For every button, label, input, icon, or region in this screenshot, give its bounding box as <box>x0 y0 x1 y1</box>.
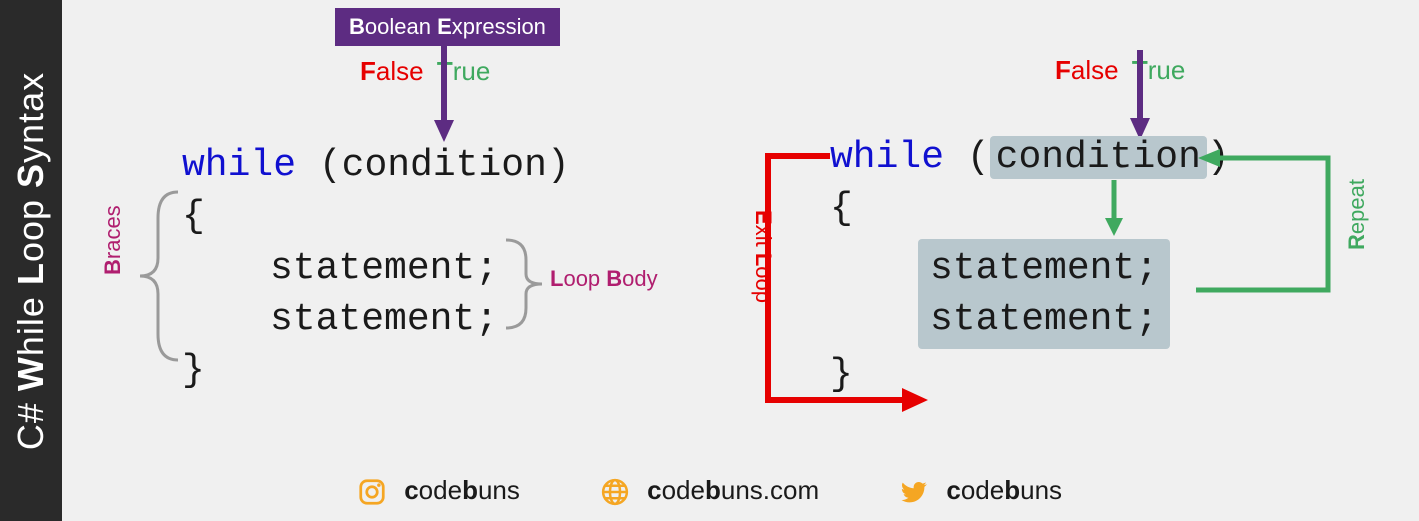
globe-icon <box>600 477 630 507</box>
brand-text: codebuns <box>946 475 1062 505</box>
brace-bracket-icon <box>128 188 188 364</box>
false-true-left: False True <box>360 56 490 87</box>
arrow-down-green-icon <box>1104 180 1124 240</box>
instagram-icon <box>357 477 387 507</box>
repeat-label: Repeat <box>1344 179 1370 250</box>
instagram-brand: codebuns <box>357 475 520 507</box>
condition-text: (condition) <box>319 144 570 187</box>
sidebar: C# While Loop Syntax <box>0 0 62 521</box>
brace-close: } <box>182 345 570 396</box>
brand-text: codebuns.com <box>647 475 819 505</box>
boolean-expression-box: Boolean Expression <box>335 8 560 46</box>
condition-highlight: condition <box>990 136 1207 179</box>
false-label: False <box>360 56 424 86</box>
braces-label: Braces <box>100 205 126 275</box>
while-keyword: while <box>182 144 296 187</box>
web-brand: codebuns.com <box>600 475 819 507</box>
statement-line: statement; <box>930 298 1158 341</box>
repeat-path-icon <box>1188 140 1348 330</box>
statement-line: statement; <box>930 247 1158 290</box>
brand-text: codebuns <box>404 475 520 505</box>
page-title: C# While Loop Syntax <box>10 71 52 449</box>
twitter-icon <box>899 477 929 507</box>
exit-loop-label: Exit Loop <box>750 210 776 303</box>
loop-body-highlight: statement; statement; <box>918 235 1230 350</box>
code-line: while (condition) <box>182 140 570 191</box>
body-bracket-icon <box>502 234 548 334</box>
footer: codebuns codebuns.com codebuns <box>0 475 1419 507</box>
arrow-down-icon <box>1130 50 1150 142</box>
arrow-down-icon <box>434 44 454 144</box>
twitter-brand: codebuns <box>899 475 1062 507</box>
false-true-right: False True <box>1055 55 1185 86</box>
loop-body-label: Loop Body <box>550 266 658 292</box>
false-label: False <box>1055 55 1119 85</box>
exit-path-icon <box>750 150 950 420</box>
